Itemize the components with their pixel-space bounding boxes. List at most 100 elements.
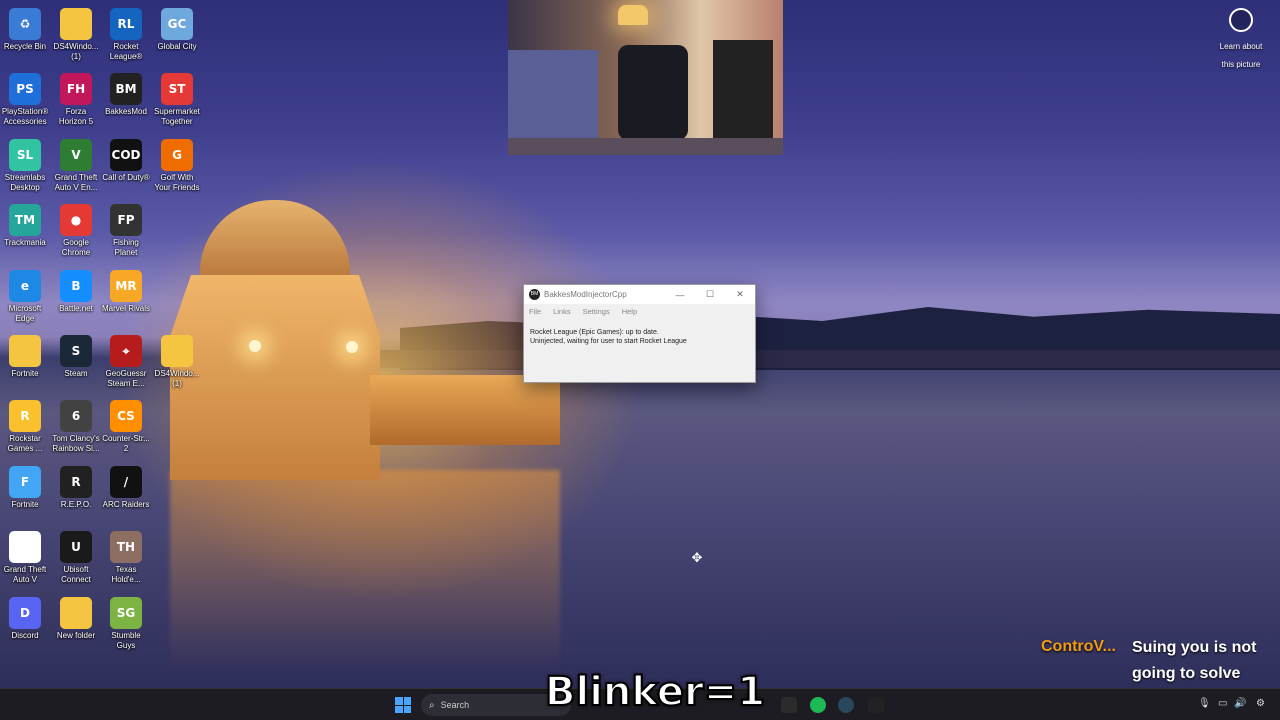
desktop-icon-marvel-rivals[interactable]: MR Marvel Rivals	[101, 266, 151, 314]
desktop-icon-label: New folder	[56, 631, 96, 640]
desktop-icon-label: Tom Clancy's Rainbow Si...	[52, 434, 100, 453]
desktop-icon-label: Golf With Your Friends	[154, 173, 200, 192]
desktop-icon-trackmania[interactable]: TM Trackmania	[0, 200, 50, 248]
status-line-1: Rocket League (Epic Games): up to date.	[530, 329, 659, 336]
supermarket-together-icon: ST	[161, 73, 193, 105]
window-menubar: File Links Settings Help	[524, 304, 755, 318]
steam-taskbar-icon[interactable]	[838, 697, 854, 713]
bakkesmod-app-icon: BM	[529, 289, 540, 300]
rainbow-six-icon: 6	[60, 400, 92, 432]
desktop-icon-fishing-planet[interactable]: FP Fishing Planet	[101, 200, 151, 258]
desktop-icon-streamlabs-desktop[interactable]: SL Streamlabs Desktop	[0, 135, 50, 193]
playstation-accessories-icon: PS	[9, 73, 41, 105]
close-button[interactable]: ✕	[725, 285, 755, 304]
desktop-icon-label: Rockstar Games ...	[7, 434, 43, 453]
volume-icon[interactable]: 🔊	[1234, 698, 1246, 709]
desktop-icon-forza-horizon-5[interactable]: FH Forza Horizon 5	[51, 69, 101, 127]
desktop-icon-battle-net[interactable]: B Battle.net	[51, 266, 101, 314]
desktop-icon-label: BakkesMod	[105, 107, 147, 116]
desktop-icon-counter-strike-2[interactable]: CS Counter-Str... 2	[101, 396, 151, 454]
minimize-button[interactable]: —	[665, 285, 695, 304]
rockstar-games-icon: R	[9, 400, 41, 432]
desktop-icon-google-chrome[interactable]: ● Google Chrome	[51, 200, 101, 258]
desktop-icon-label: Discord	[11, 631, 39, 640]
desktop-icon-playstation-accessories[interactable]: PS PlayStation® Accessories	[0, 69, 50, 127]
notification-icon[interactable]: ⚙	[1256, 698, 1265, 709]
desktop-icon-label: Grand Theft Auto V	[3, 565, 47, 584]
desktop-icon-texas-holdem[interactable]: TH Texas Hold'e...	[101, 527, 151, 585]
stone-ghat	[370, 375, 560, 445]
desktop-icon-label: DS4Windo... (1)	[53, 42, 99, 61]
window-titlebar[interactable]: BM BakkesModInjectorCpp — ☐ ✕	[524, 285, 755, 304]
bakkesmod-taskbar-icon[interactable]	[868, 697, 884, 713]
menu-file[interactable]: File	[529, 307, 541, 316]
marvel-rivals-icon: MR	[110, 270, 142, 302]
desktop-icon-ds4windows-1[interactable]: DS4Windo... (1)	[51, 4, 101, 62]
new-folder-icon	[60, 597, 92, 629]
arc-raiders-icon: /	[110, 466, 142, 498]
desktop-icon-rocket-league[interactable]: RL Rocket League®	[101, 4, 151, 62]
fishing-planet-icon: FP	[110, 204, 142, 236]
status-line-2: Uninjected, waiting for user to start Ro…	[530, 338, 687, 345]
desktop-icon-ubisoft-connect[interactable]: U Ubisoft Connect	[51, 527, 101, 585]
status-text-area: Rocket League (Epic Games): up to date. …	[524, 318, 755, 356]
desktop-icon-fortnite-app[interactable]: F Fortnite	[0, 462, 50, 510]
desktop-icon-steam[interactable]: S Steam	[51, 331, 101, 379]
maximize-button[interactable]: ☐	[695, 285, 725, 304]
desktop-icon-new-folder[interactable]: New folder	[51, 593, 101, 641]
desktop-icon-stumble-guys[interactable]: SG Stumble Guys	[101, 593, 151, 651]
golf-with-your-friends-icon: G	[161, 139, 193, 171]
desktop-icon-label: Microsoft Edge	[8, 304, 42, 323]
desktop-icon-bakkesmod[interactable]: BM BakkesMod	[101, 69, 151, 117]
display-icon[interactable]: ▭	[1218, 698, 1227, 709]
desktop-icon-label: ARC Raiders	[102, 500, 150, 509]
microsoft-edge-icon: e	[9, 270, 41, 302]
desktop-icon-label: Fishing Planet	[113, 238, 139, 257]
desktop-icon-golf-with-your-friends[interactable]: G Golf With Your Friends	[152, 135, 202, 193]
search-placeholder: Search	[440, 700, 470, 710]
counter-strike-2-icon: CS	[110, 400, 142, 432]
desktop-icon-recycle-bin[interactable]: ♻ Recycle Bin	[0, 4, 50, 52]
desktop-icon-label: Supermarket Together	[154, 107, 200, 126]
desktop-icon-supermarket-together[interactable]: ST Supermarket Together	[152, 69, 202, 127]
desktop-icon-label: Fortnite	[11, 500, 39, 509]
desktop-icon-discord[interactable]: D Discord	[0, 593, 50, 641]
desktop-icon-label: Recycle Bin	[3, 42, 47, 51]
bakkesmod-injector-window[interactable]: BM BakkesModInjectorCpp — ☐ ✕ File Links…	[523, 284, 756, 383]
desktop-icon-arc-raiders[interactable]: / ARC Raiders	[101, 462, 151, 510]
streamlabs-desktop-icon: SL	[9, 139, 41, 171]
texas-holdem-icon: TH	[110, 531, 142, 563]
ds4windows-1b-icon	[161, 335, 193, 367]
desktop-icon-label: Stumble Guys	[111, 631, 141, 650]
window-title: BakkesModInjectorCpp	[544, 290, 627, 299]
desktop-icon-repo[interactable]: R R.E.P.O.	[51, 462, 101, 510]
stumble-guys-icon: SG	[110, 597, 142, 629]
menu-help[interactable]: Help	[622, 307, 637, 316]
menu-settings[interactable]: Settings	[583, 307, 610, 316]
desktop-icon-fortnite-folder[interactable]: Fortnite	[0, 331, 50, 379]
spotify-taskbar-icon[interactable]	[810, 697, 826, 713]
desktop-icon-label: Trackmania	[4, 238, 46, 247]
menu-links[interactable]: Links	[553, 307, 571, 316]
desktop-icon-label: Fortnite	[11, 369, 39, 378]
desktop-icon-gta-v-file[interactable]: Grand Theft Auto V	[0, 527, 50, 585]
desktop-icon-rainbow-six[interactable]: 6 Tom Clancy's Rainbow Si...	[51, 396, 101, 454]
desktop-icon-call-of-duty[interactable]: COD Call of Duty®	[101, 135, 151, 183]
learn-about-picture[interactable]: Learn about this picture	[1214, 8, 1268, 72]
desktop-icon-ds4windows-1b[interactable]: DS4Windo... (1)	[152, 331, 202, 389]
desktop-icon-gta-v-enhanced[interactable]: V Grand Theft Auto V En...	[51, 135, 101, 193]
ubisoft-connect-icon: U	[60, 531, 92, 563]
desktop-icon-label: Forza Horizon 5	[58, 107, 94, 126]
desktop-icon-label: Call of Duty®	[102, 173, 150, 182]
call-of-duty-icon: COD	[110, 139, 142, 171]
gta-v-enhanced-icon: V	[60, 139, 92, 171]
desktop-icon-global-city[interactable]: GC Global City	[152, 4, 202, 52]
desktop-icon-label: Rocket League®	[109, 42, 143, 61]
desktop-icon-geoguessr[interactable]: ⌖ GeoGuessr Steam E...	[101, 331, 151, 389]
epic-games-taskbar-icon[interactable]	[781, 697, 797, 713]
desktop-icon-rockstar-games[interactable]: R Rockstar Games ...	[0, 396, 50, 454]
microphone-icon[interactable]: 🎙	[1198, 698, 1211, 709]
desktop-icon-microsoft-edge[interactable]: e Microsoft Edge	[0, 266, 50, 324]
desktop-icon-label: DS4Windo... (1)	[154, 369, 200, 388]
windows-start-icon[interactable]	[395, 697, 411, 713]
